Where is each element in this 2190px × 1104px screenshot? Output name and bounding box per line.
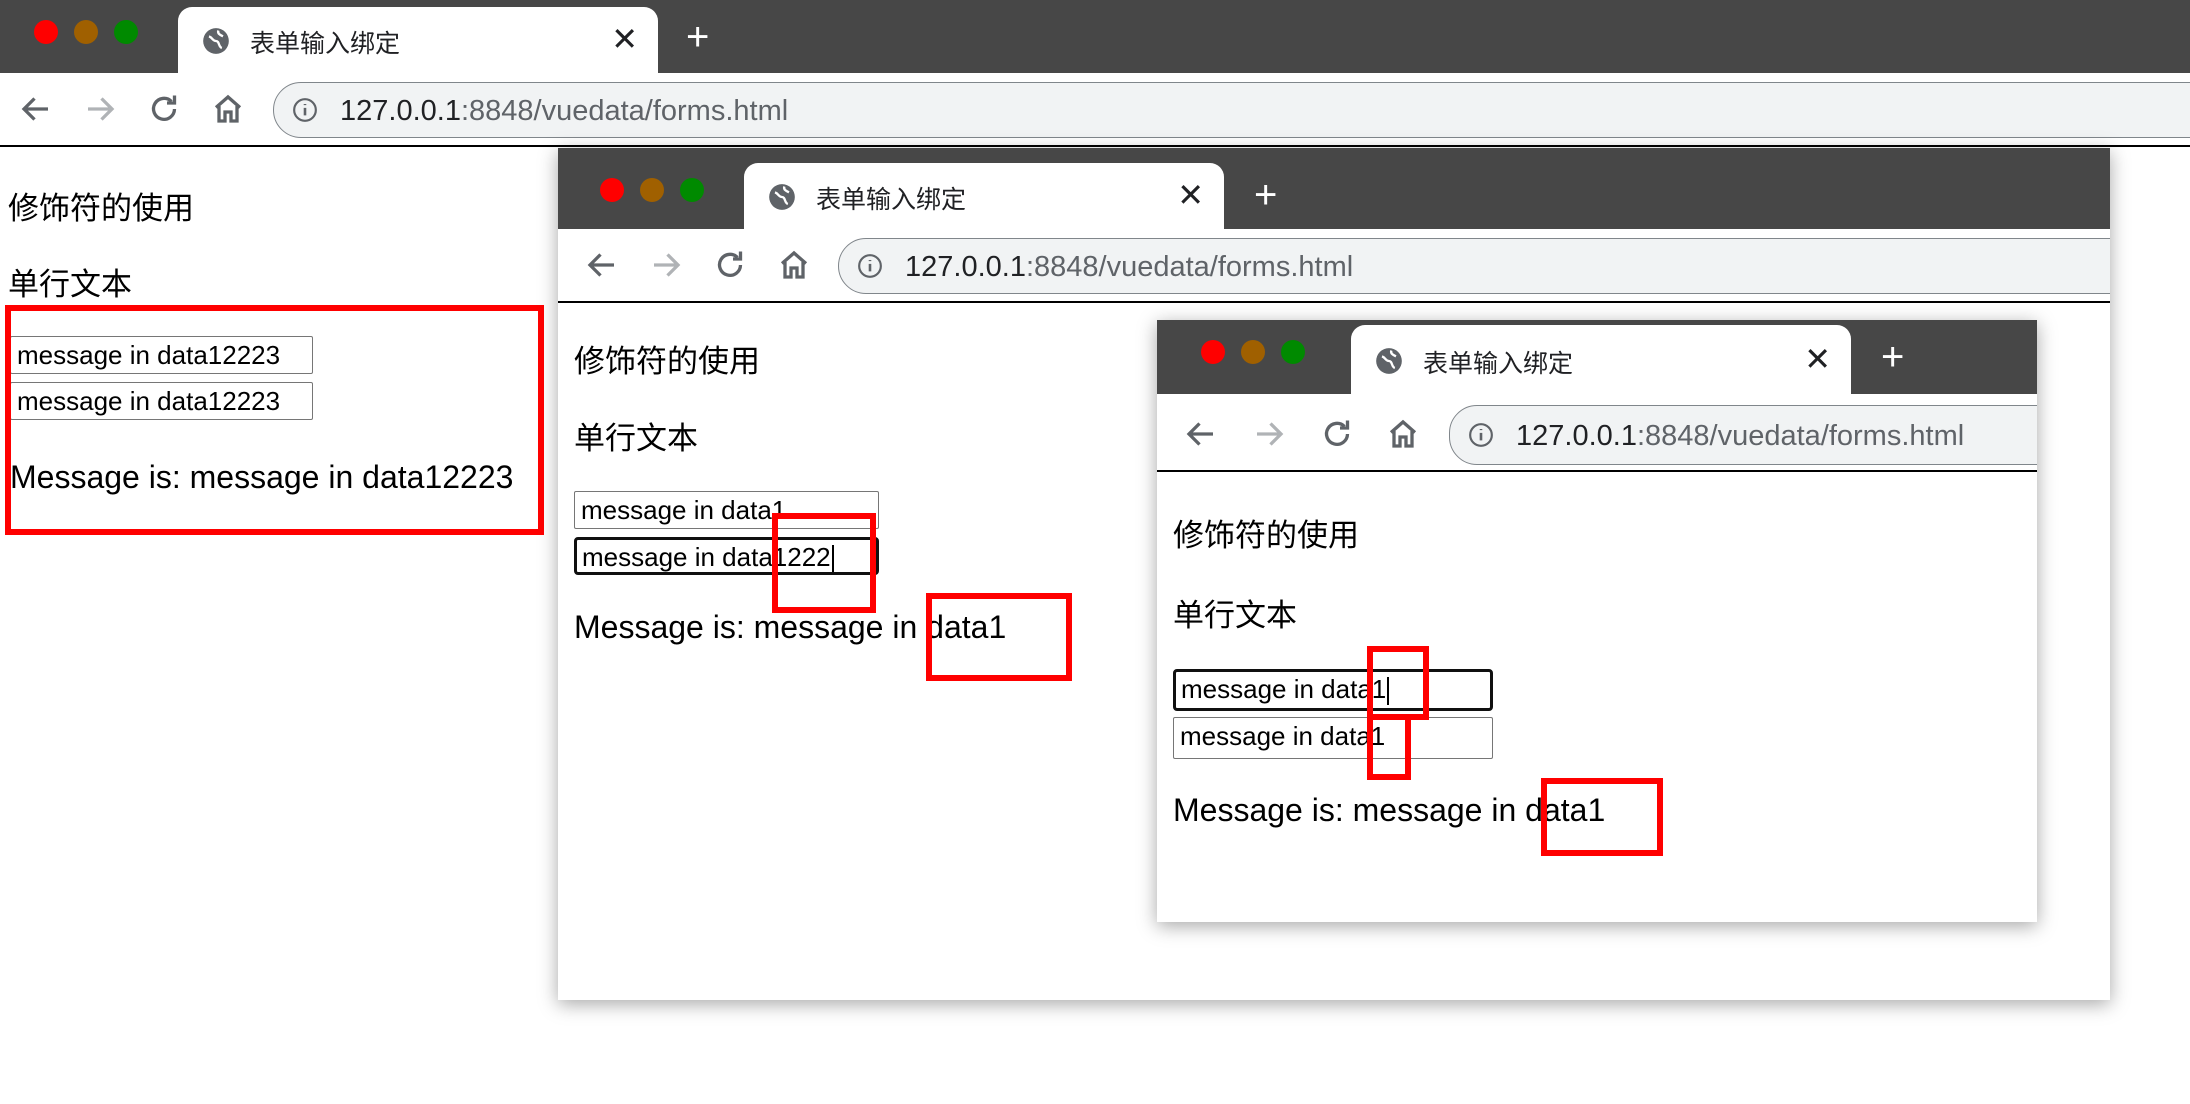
- toolbar: 127.0.0.1:8848/vuedata/forms.html: [558, 229, 2110, 301]
- highlight-box: [926, 593, 1072, 681]
- browser-window-3: 表单输入绑定 ✕ + 127.0.0.1:8848/vuedata/forms.…: [1157, 320, 2037, 922]
- tab-bar: 表单输入绑定 ✕ +: [558, 148, 2110, 229]
- back-icon[interactable]: [584, 247, 620, 283]
- new-tab-button[interactable]: +: [1254, 172, 1277, 218]
- close-tab-icon[interactable]: ✕: [611, 19, 638, 59]
- info-icon[interactable]: [1468, 422, 1494, 448]
- maximize-window-button[interactable]: [1281, 340, 1305, 364]
- home-icon[interactable]: [210, 91, 246, 127]
- tab-bar: 表单输入绑定 ✕ +: [0, 0, 2190, 73]
- url-text: 127.0.0.1:8848/vuedata/forms.html: [905, 251, 1354, 283]
- minimize-window-button[interactable]: [1241, 340, 1265, 364]
- globe-icon: [769, 184, 795, 210]
- back-icon[interactable]: [18, 91, 54, 127]
- address-bar[interactable]: 127.0.0.1:8848/vuedata/forms.html: [838, 238, 2110, 294]
- globe-icon: [203, 28, 229, 54]
- tab-title: 表单输入绑定: [250, 30, 401, 58]
- globe-icon: [1376, 348, 1402, 374]
- home-icon[interactable]: [776, 247, 812, 283]
- close-window-button[interactable]: [1201, 340, 1225, 364]
- close-window-button[interactable]: [34, 20, 58, 44]
- forward-icon[interactable]: [648, 247, 684, 283]
- tab-title: 表单输入绑定: [816, 186, 967, 214]
- tab-bar: 表单输入绑定 ✕ +: [1157, 320, 2037, 394]
- browser-tab[interactable]: 表单输入绑定 ✕: [744, 163, 1224, 229]
- url-text: 127.0.0.1:8848/vuedata/forms.html: [340, 95, 789, 127]
- highlight-box: [1541, 778, 1663, 856]
- page-heading: 修饰符的使用: [574, 344, 760, 379]
- minimize-window-button[interactable]: [640, 178, 664, 202]
- info-icon[interactable]: [292, 97, 318, 123]
- close-tab-icon[interactable]: ✕: [1177, 175, 1204, 215]
- close-tab-icon[interactable]: ✕: [1804, 339, 1831, 379]
- reload-icon[interactable]: [146, 91, 182, 127]
- text-input-lazy[interactable]: message in data1: [1173, 669, 1493, 711]
- page-heading: 修饰符的使用: [1173, 518, 1359, 553]
- text-input[interactable]: message in data1: [1173, 717, 1493, 759]
- forward-icon[interactable]: [82, 91, 118, 127]
- section-label: 单行文本: [574, 421, 698, 456]
- address-bar[interactable]: 127.0.0.1:8848/vuedata/forms.html: [1449, 405, 2037, 465]
- address-bar[interactable]: 127.0.0.1:8848/vuedata/forms.html: [273, 82, 2190, 138]
- reload-icon[interactable]: [712, 247, 748, 283]
- url-text: 127.0.0.1:8848/vuedata/forms.html: [1516, 420, 1965, 452]
- minimize-window-button[interactable]: [74, 20, 98, 44]
- new-tab-button[interactable]: +: [1881, 334, 1904, 380]
- browser-tab[interactable]: 表单输入绑定 ✕: [178, 7, 658, 73]
- forward-icon[interactable]: [1251, 416, 1287, 452]
- highlight-box: [772, 513, 876, 613]
- maximize-window-button[interactable]: [114, 20, 138, 44]
- page-content: 修饰符的使用 单行文本 message in data1 message in …: [1157, 472, 2037, 922]
- highlight-box: [1367, 646, 1429, 720]
- highlight-box: [1367, 714, 1411, 780]
- section-label: 单行文本: [1173, 598, 1297, 633]
- toolbar: 127.0.0.1:8848/vuedata/forms.html: [0, 73, 2190, 145]
- back-icon[interactable]: [1183, 416, 1219, 452]
- browser-tab[interactable]: 表单输入绑定 ✕: [1351, 325, 1851, 394]
- home-icon[interactable]: [1385, 416, 1421, 452]
- info-icon[interactable]: [857, 253, 883, 279]
- tab-title: 表单输入绑定: [1423, 350, 1574, 378]
- close-window-button[interactable]: [600, 178, 624, 202]
- page-heading: 修饰符的使用: [8, 191, 194, 226]
- toolbar: 127.0.0.1:8848/vuedata/forms.html: [1157, 394, 2037, 478]
- maximize-window-button[interactable]: [680, 178, 704, 202]
- section-label: 单行文本: [8, 267, 132, 302]
- new-tab-button[interactable]: +: [686, 14, 709, 60]
- highlight-box: [5, 305, 544, 535]
- reload-icon[interactable]: [1319, 416, 1355, 452]
